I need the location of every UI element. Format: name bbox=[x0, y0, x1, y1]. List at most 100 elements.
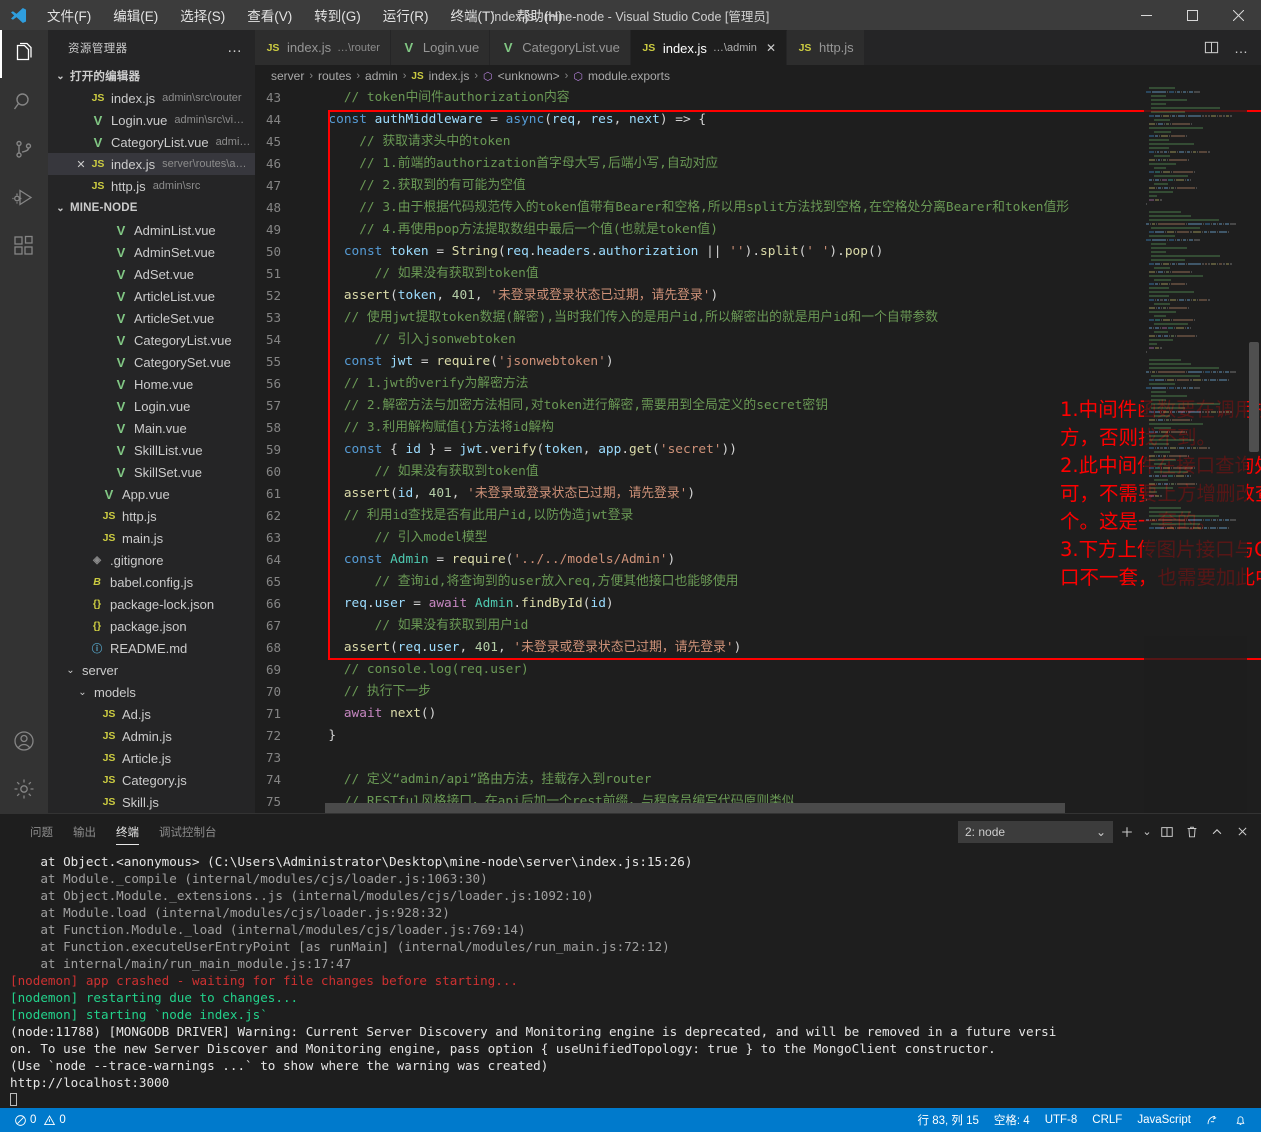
line-text[interactable]: // 3.利用解构赋值{}方法将id解构 bbox=[303, 417, 554, 439]
line-text[interactable]: // 如果没有获取到用户id bbox=[303, 615, 529, 637]
tree-row[interactable]: JS Admin.js bbox=[48, 725, 255, 747]
tree-row[interactable]: V ArticleSet.vue bbox=[48, 307, 255, 329]
project-file-tree[interactable]: V AdminList.vue V AdminSet.vue V AdSet.vue V Ar… bbox=[48, 219, 255, 813]
line-text[interactable]: const { id } = jwt.verify(token, app.get… bbox=[303, 439, 737, 461]
split-editor-icon[interactable] bbox=[1197, 30, 1225, 65]
panel-tab[interactable]: 输出 bbox=[63, 814, 106, 849]
line-text[interactable]: } bbox=[303, 725, 336, 747]
line-text[interactable]: const token = String(req.headers.authori… bbox=[303, 241, 884, 263]
explorer-icon[interactable] bbox=[0, 30, 48, 78]
tree-row[interactable]: V AdSet.vue bbox=[48, 263, 255, 285]
menu-edit[interactable]: 编辑(E) bbox=[102, 1, 169, 29]
tree-row[interactable]: V AdminList.vue bbox=[48, 219, 255, 241]
maximize-button[interactable] bbox=[1169, 0, 1215, 30]
line-text[interactable]: // 利用id查找是否有此用户id,以防伪造jwt登录 bbox=[303, 505, 634, 527]
line-text[interactable]: // 引入model模型 bbox=[303, 527, 488, 549]
line-text[interactable]: const jwt = require('jsonwebtoken') bbox=[303, 351, 614, 373]
tree-row[interactable]: JS Article.js bbox=[48, 747, 255, 769]
line-text[interactable]: // 查询id,将查询到的user放入req,方便其他接口也能够使用 bbox=[303, 571, 739, 593]
account-icon[interactable] bbox=[0, 717, 48, 765]
breadcrumb-item[interactable]: <unknown> bbox=[498, 69, 560, 83]
tree-row[interactable]: ⓘ README.md bbox=[48, 637, 255, 659]
editor-tabs[interactable]: JS index.js …\router V Login.vue V CategoryLis… bbox=[255, 30, 1261, 65]
close-panel-icon[interactable] bbox=[1231, 821, 1253, 843]
tree-row[interactable]: ⌄ server bbox=[48, 659, 255, 681]
tree-row[interactable]: ◈ .gitignore bbox=[48, 549, 255, 571]
tree-row[interactable]: {} package-lock.json bbox=[48, 593, 255, 615]
close-button[interactable] bbox=[1215, 0, 1261, 30]
problems-status[interactable]: 0 0 bbox=[8, 1108, 72, 1132]
split-terminal-icon[interactable] bbox=[1156, 821, 1178, 843]
line-text[interactable]: // 如果没有获取到token值 bbox=[303, 263, 539, 285]
tree-row[interactable]: V Home.vue bbox=[48, 373, 255, 395]
tree-row[interactable]: V Main.vue bbox=[48, 417, 255, 439]
line-text[interactable]: // 1.前端的authorization首字母大写,后端小写,自动对应 bbox=[303, 153, 718, 175]
menu-terminal[interactable]: 终端(T) bbox=[440, 1, 506, 29]
explorer-more-icon[interactable]: … bbox=[221, 39, 249, 56]
line-text[interactable]: // 4.再使用pop方法提取数组中最后一个值(也就是token值) bbox=[303, 219, 718, 241]
tab-list[interactable]: JS index.js …\router V Login.vue V CategoryLis… bbox=[255, 30, 865, 65]
menu-selection[interactable]: 选择(S) bbox=[169, 1, 236, 29]
menu-file[interactable]: 文件(F) bbox=[36, 1, 102, 29]
editor-toolbar[interactable]: … bbox=[1197, 30, 1261, 65]
kill-terminal-icon[interactable] bbox=[1181, 821, 1203, 843]
tree-row[interactable]: {} package.json bbox=[48, 615, 255, 637]
breadcrumb-item[interactable]: admin bbox=[365, 69, 398, 83]
language-mode[interactable]: JavaScript bbox=[1131, 1108, 1197, 1132]
line-text[interactable]: req.user = await Admin.findById(id) bbox=[303, 593, 614, 615]
tree-row[interactable]: V AdminSet.vue bbox=[48, 241, 255, 263]
encoding[interactable]: UTF-8 bbox=[1039, 1108, 1084, 1132]
open-editor-row[interactable]: JS index.js admin\src\router bbox=[48, 87, 255, 109]
line-text[interactable]: // token中间件authorization内容 bbox=[303, 87, 570, 109]
code-content[interactable]: 43 // token中间件authorization内容 44 const au… bbox=[255, 87, 1261, 813]
smiley-icon[interactable] bbox=[1200, 1108, 1225, 1132]
breadcrumb-item[interactable]: index.js bbox=[429, 69, 470, 83]
tree-row[interactable]: V App.vue bbox=[48, 483, 255, 505]
editor-tab[interactable]: JS index.js …\admin ✕ bbox=[630, 30, 787, 65]
new-terminal-icon[interactable] bbox=[1116, 821, 1138, 843]
editor-vertical-scrollbar[interactable] bbox=[1247, 87, 1261, 813]
line-text[interactable]: assert(token, 401, '未登录或登录状态已过期，请先登录') bbox=[303, 285, 718, 307]
line-text[interactable]: // 引入jsonwebtoken bbox=[303, 329, 516, 351]
editor-horizontal-scrollbar[interactable] bbox=[255, 803, 1144, 813]
menu-bar[interactable]: 文件(F) 编辑(E) 选择(S) 查看(V) 转到(G) 运行(R) 终端(T) 帮助(H) bbox=[36, 1, 574, 29]
line-text[interactable]: // 使用jwt提取token数据(解密),当时我们传入的是用户id,所以解密出… bbox=[303, 307, 938, 329]
maximize-panel-icon[interactable] bbox=[1206, 821, 1228, 843]
breadcrumb[interactable]: server › routes › admin › JS index.js › ⬡ <unknown… bbox=[255, 65, 1261, 87]
line-text[interactable]: // 1.jwt的verify为解密方法 bbox=[303, 373, 529, 395]
menu-help[interactable]: 帮助(H) bbox=[506, 1, 574, 29]
breadcrumb-item[interactable]: module.exports bbox=[588, 69, 670, 83]
line-text[interactable]: assert(id, 401, '未登录或登录状态已过期，请先登录') bbox=[303, 483, 695, 505]
tree-row[interactable]: Bbabel.config.js bbox=[48, 571, 255, 593]
settings-gear-icon[interactable] bbox=[0, 765, 48, 813]
eol[interactable]: CRLF bbox=[1086, 1108, 1128, 1132]
tree-row[interactable]: ⌄ models bbox=[48, 681, 255, 703]
more-actions-icon[interactable]: … bbox=[1227, 30, 1255, 65]
panel-tab[interactable]: 调试控制台 bbox=[149, 814, 227, 849]
editor-tab[interactable]: V Login.vue bbox=[390, 30, 491, 65]
open-editor-row[interactable]: V CategoryList.vue admi… bbox=[48, 131, 255, 153]
panel-tab[interactable]: 问题 bbox=[20, 814, 63, 849]
line-text[interactable] bbox=[303, 747, 313, 769]
open-editors-list[interactable]: JS index.js admin\src\router V Login.vue admi… bbox=[48, 87, 255, 197]
minimize-button[interactable] bbox=[1123, 0, 1169, 30]
source-control-icon[interactable] bbox=[0, 126, 48, 174]
tree-row[interactable]: V Login.vue bbox=[48, 395, 255, 417]
terminal-selector[interactable]: 2: node ⌄ bbox=[958, 820, 1113, 843]
tab-close-icon[interactable]: ✕ bbox=[766, 41, 776, 55]
project-section-header[interactable]: ⌄ MINE-NODE bbox=[48, 197, 255, 219]
tree-row[interactable]: V SkillSet.vue bbox=[48, 461, 255, 483]
close-icon[interactable]: ✕ bbox=[72, 158, 90, 171]
tree-row[interactable]: JS Ad.js bbox=[48, 703, 255, 725]
bell-icon[interactable] bbox=[1228, 1108, 1253, 1132]
run-and-debug-icon[interactable] bbox=[0, 174, 48, 222]
line-text[interactable]: // 执行下一步 bbox=[303, 681, 431, 703]
line-text[interactable]: // 如果没有获取到token值 bbox=[303, 461, 539, 483]
line-text[interactable]: await next() bbox=[303, 703, 437, 725]
cursor-position[interactable]: 行 83, 列 15 bbox=[912, 1108, 985, 1132]
terminal-dropdown-icon[interactable]: ⌄ bbox=[1141, 821, 1153, 843]
menu-view[interactable]: 查看(V) bbox=[236, 1, 303, 29]
editor-tab[interactable]: V CategoryList.vue bbox=[490, 30, 631, 65]
tree-row[interactable]: V CategorySet.vue bbox=[48, 351, 255, 373]
line-text[interactable]: const authMiddleware = async(req, res, n… bbox=[303, 109, 706, 131]
